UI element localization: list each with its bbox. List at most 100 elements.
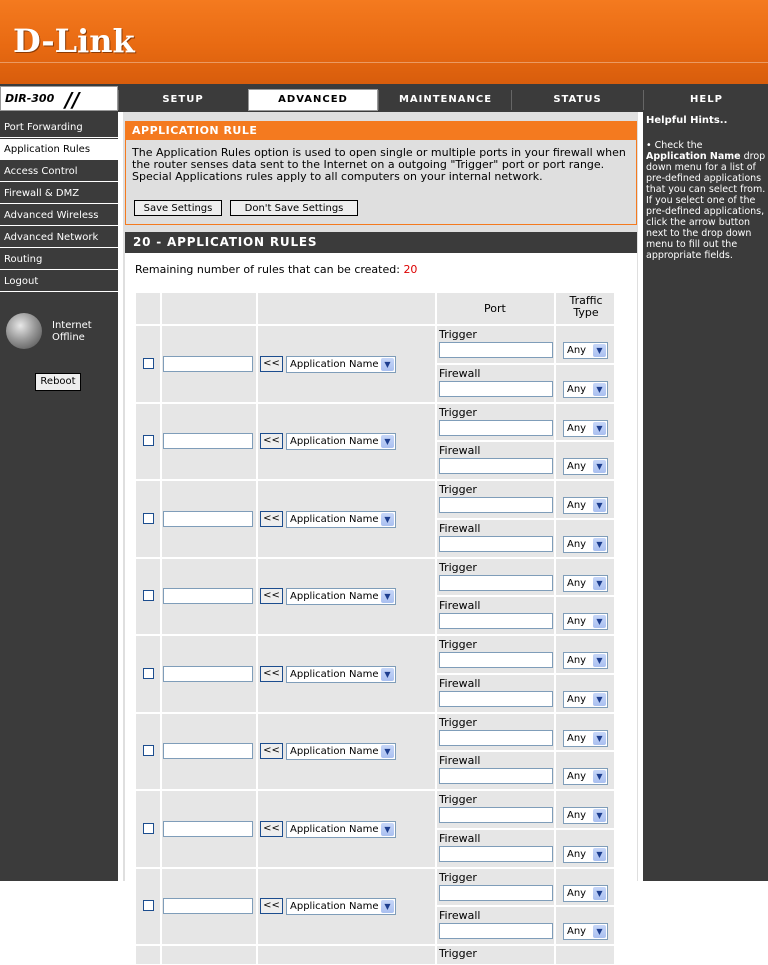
copy-app-button[interactable]: <<	[260, 510, 283, 527]
firewall-port-input[interactable]	[439, 535, 553, 552]
sidebar-item-access-control[interactable]: Access Control	[0, 161, 118, 182]
trigger-port-input[interactable]	[439, 729, 553, 746]
reboot-button[interactable]: Reboot	[35, 373, 81, 391]
trigger-traffic-type-select[interactable]: Any ▼	[563, 807, 608, 824]
sidebar-item-routing[interactable]: Routing	[0, 249, 118, 270]
firewall-port-input[interactable]	[439, 458, 553, 475]
sidebar-item-application-rules[interactable]: Application Rules	[0, 139, 118, 160]
sidebar-item-advanced-wireless[interactable]: Advanced Wireless	[0, 205, 118, 226]
sidebar-item-port-forwarding[interactable]: Port Forwarding	[0, 117, 118, 138]
rule-enable-checkbox[interactable]	[143, 590, 154, 602]
application-name-select[interactable]: Application Name ▼	[286, 820, 396, 838]
chevron-down-icon: ▼	[593, 576, 606, 590]
firewall-traffic-type-select[interactable]: Any ▼	[563, 690, 608, 708]
trigger-port-input[interactable]	[439, 497, 553, 513]
header-cell	[257, 292, 436, 325]
firewall-traffic-type-select[interactable]: Any ▼	[563, 613, 608, 631]
rule-name-input[interactable]	[163, 743, 253, 760]
copy-app-button[interactable]: <<	[260, 355, 283, 372]
rule-name-input[interactable]	[163, 433, 253, 450]
header-cell	[135, 292, 161, 325]
table-row-partial-cell	[135, 945, 161, 965]
application-name-select[interactable]: Application Name ▼	[286, 588, 396, 606]
chevron-down-icon: ▼	[593, 886, 606, 900]
rule-enable-checkbox[interactable]	[143, 667, 154, 679]
application-name-select[interactable]: Application Name ▼	[286, 355, 396, 373]
sidebar-item-advanced-network[interactable]: Advanced Network	[0, 227, 118, 248]
traffic-type-column-header: Traffic Type	[569, 294, 603, 319]
trigger-label: Trigger	[439, 870, 477, 884]
rule-name-input[interactable]	[163, 510, 253, 527]
trigger-traffic-type-select[interactable]: Any ▼	[563, 729, 608, 747]
remaining-label: Remaining number of rules that can be cr…	[135, 263, 400, 276]
application-name-select[interactable]: Application Name ▼	[286, 665, 396, 683]
trigger-traffic-type-select[interactable]: Any ▼	[563, 419, 608, 437]
tab-maintenance[interactable]: MAINTENANCE	[378, 90, 512, 110]
trigger-traffic-type-select[interactable]: Any ▼	[563, 574, 608, 592]
trigger-label: Trigger	[439, 328, 477, 341]
application-name-select[interactable]: Application Name ▼	[286, 743, 396, 761]
save-settings-button[interactable]: Save Settings	[134, 200, 222, 216]
copy-app-button[interactable]: <<	[260, 588, 283, 605]
trigger-traffic-type-select[interactable]: Any ▼	[563, 652, 608, 669]
tab-advanced[interactable]: ADVANCED	[248, 89, 378, 111]
chevron-down-icon: ▼	[593, 654, 606, 667]
tab-status[interactable]: STATUS	[511, 90, 643, 110]
rule-enable-checkbox[interactable]	[143, 512, 154, 524]
application-rule-title: APPLICATION RULE	[126, 122, 636, 140]
trigger-port-input[interactable]	[439, 884, 553, 901]
firewall-port-input[interactable]	[439, 923, 553, 940]
copy-app-button[interactable]: <<	[260, 433, 283, 450]
rule-enable-checkbox[interactable]	[143, 357, 154, 369]
rule-name-input[interactable]	[163, 665, 253, 682]
copy-app-button[interactable]: <<	[260, 820, 283, 837]
chevron-down-icon: ▼	[381, 512, 394, 526]
trigger-port-input[interactable]	[439, 652, 553, 668]
firewall-port-input[interactable]	[439, 613, 553, 630]
chevron-down-icon: ▼	[593, 770, 606, 784]
firewall-traffic-type-select[interactable]: Any ▼	[563, 380, 608, 398]
application-name-select[interactable]: Application Name ▼	[286, 433, 396, 451]
trigger-label: Trigger	[439, 793, 477, 806]
firewall-port-input[interactable]	[439, 845, 553, 862]
rule-enable-checkbox[interactable]	[143, 435, 154, 447]
trigger-port-input[interactable]	[439, 574, 553, 591]
dont-save-settings-button[interactable]: Don't Save Settings	[230, 200, 358, 216]
application-name-select[interactable]: Application Name ▼	[286, 898, 396, 916]
application-rules-section: 20 - APPLICATION RULES Remaining number …	[125, 232, 637, 965]
copy-app-button[interactable]: <<	[260, 665, 283, 682]
firewall-traffic-type-select[interactable]: Any ▼	[563, 535, 608, 553]
tab-help[interactable]: HELP	[643, 90, 768, 110]
firewall-traffic-type-select[interactable]: Any ▼	[563, 768, 608, 786]
rule-name-input[interactable]	[163, 820, 253, 837]
application-name-select[interactable]: Application Name ▼	[286, 510, 396, 528]
rule-name-input[interactable]	[163, 355, 253, 372]
copy-app-button[interactable]: <<	[260, 898, 283, 915]
copy-app-button[interactable]: <<	[260, 743, 283, 760]
rule-enable-checkbox[interactable]	[143, 900, 154, 912]
dlink-logo: D-Link	[13, 22, 135, 60]
help-text-bold: Application Name	[646, 151, 741, 162]
firewall-port-input[interactable]	[439, 768, 553, 785]
rule-name-input[interactable]	[163, 588, 253, 605]
trigger-traffic-type-select[interactable]: Any ▼	[563, 342, 608, 359]
firewall-traffic-type-select[interactable]: Any ▼	[563, 458, 608, 476]
trigger-port-input[interactable]	[439, 807, 553, 823]
trigger-traffic-type-select[interactable]: Any ▼	[563, 884, 608, 902]
chevron-down-icon: ▼	[381, 900, 394, 914]
firewall-traffic-type-select[interactable]: Any ▼	[563, 923, 608, 941]
sidebar-item-firewall-dmz[interactable]: Firewall & DMZ	[0, 183, 118, 204]
firewall-port-input[interactable]	[439, 380, 553, 397]
firewall-port-input[interactable]	[439, 690, 553, 707]
trigger-port-input[interactable]	[439, 419, 553, 436]
rules-table: Port Traffic Type << Application Name ▼ Trigg…	[135, 292, 615, 965]
trigger-traffic-type-select[interactable]: Any ▼	[563, 497, 608, 514]
firewall-traffic-type-select[interactable]: Any ▼	[563, 845, 608, 863]
trigger-port-input[interactable]	[439, 342, 553, 358]
internet-label: Internet	[52, 320, 92, 331]
sidebar-item-logout[interactable]: Logout	[0, 271, 118, 292]
tab-setup[interactable]: SETUP	[118, 90, 247, 110]
rule-name-input[interactable]	[163, 898, 253, 915]
rule-enable-checkbox[interactable]	[143, 745, 154, 757]
rule-enable-checkbox[interactable]	[143, 822, 154, 834]
